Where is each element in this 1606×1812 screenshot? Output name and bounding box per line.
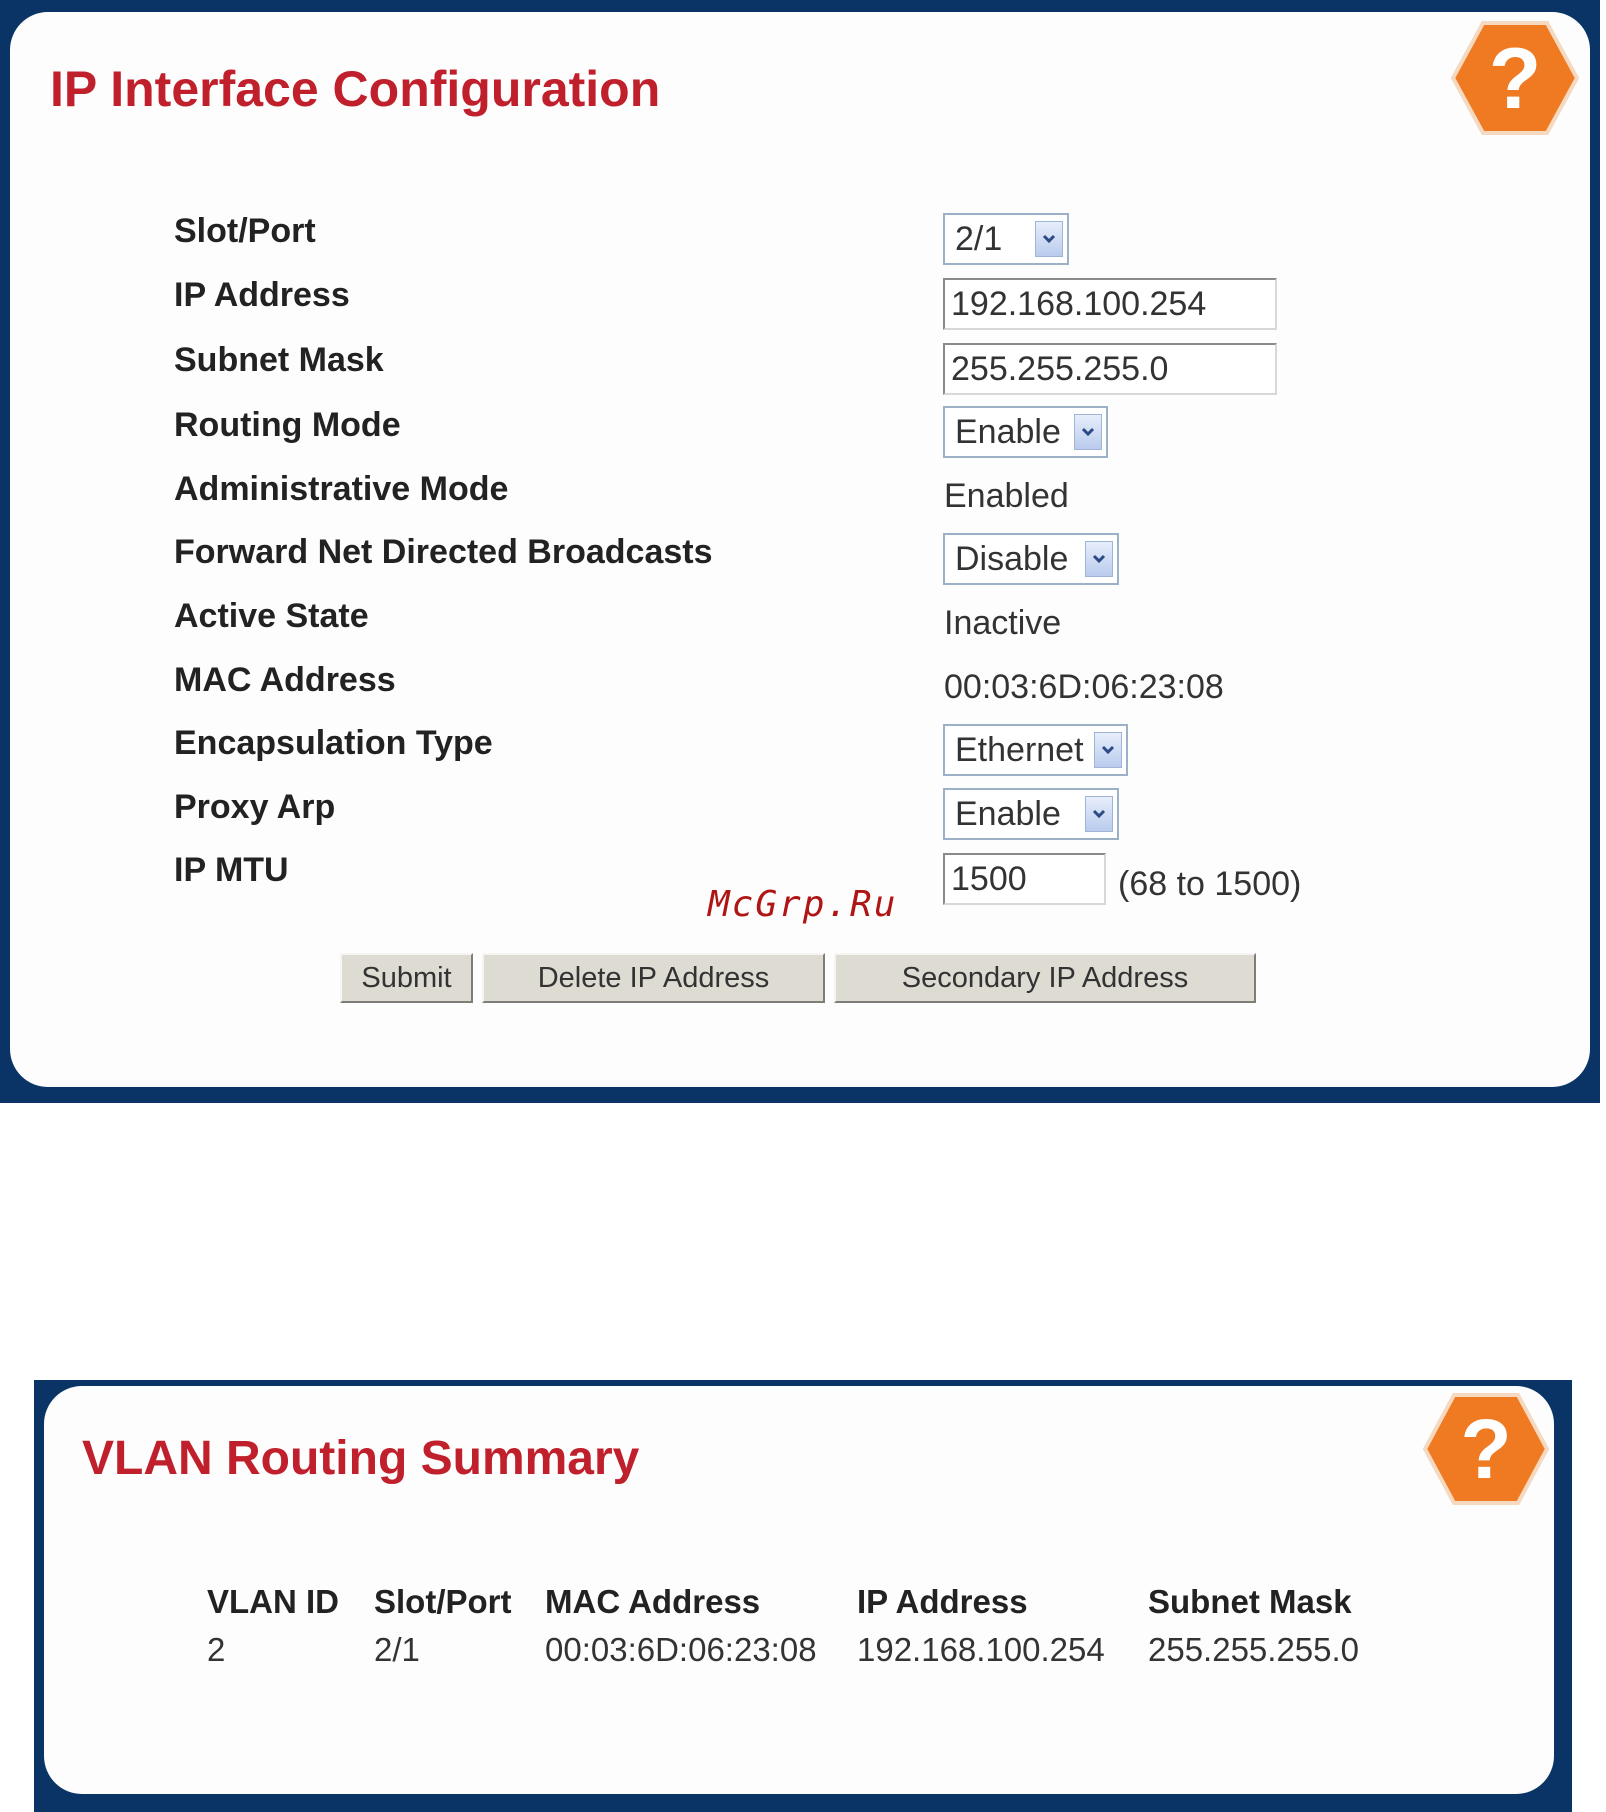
chevron-down-icon bbox=[1094, 732, 1122, 768]
svg-text:?: ? bbox=[1489, 31, 1542, 127]
chevron-down-icon bbox=[1085, 541, 1113, 577]
ip-mtu-input[interactable]: 1500 bbox=[943, 853, 1106, 905]
slot-port-label: Slot/Port bbox=[174, 212, 316, 250]
ip-mtu-label: IP MTU bbox=[174, 851, 289, 889]
forward-broadcasts-select[interactable]: Disable bbox=[943, 533, 1119, 585]
administrative-mode-value: Enabled bbox=[944, 477, 1069, 515]
routing-mode-select[interactable]: Enable bbox=[943, 406, 1108, 458]
forward-broadcasts-label: Forward Net Directed Broadcasts bbox=[174, 533, 713, 571]
cell-slot-port: 2/1 bbox=[374, 1631, 420, 1668]
secondary-ip-address-button[interactable]: Secondary IP Address bbox=[834, 953, 1256, 1003]
vlan-summary-title: VLAN Routing Summary bbox=[82, 1432, 640, 1485]
delete-ip-address-button[interactable]: Delete IP Address bbox=[482, 953, 825, 1003]
chevron-down-icon bbox=[1074, 414, 1102, 450]
column-header-mac-address: MAC Address bbox=[545, 1583, 761, 1620]
subnet-mask-label: Subnet Mask bbox=[174, 341, 384, 379]
column-header-subnet-mask: Subnet Mask bbox=[1148, 1583, 1352, 1620]
column-header-vlan-id: VLAN ID bbox=[207, 1583, 339, 1620]
encapsulation-type-label: Encapsulation Type bbox=[174, 724, 493, 762]
ip-mtu-range-hint: (68 to 1500) bbox=[1118, 865, 1302, 903]
watermark: McGrp.Ru bbox=[708, 884, 898, 925]
chevron-down-icon bbox=[1035, 221, 1063, 257]
chevron-down-icon bbox=[1085, 796, 1113, 832]
page-title: IP Interface Configuration bbox=[50, 61, 661, 117]
slot-port-select[interactable]: 2/1 bbox=[943, 213, 1069, 265]
proxy-arp-select[interactable]: Enable bbox=[943, 788, 1119, 840]
cell-ip-address: 192.168.100.254 bbox=[857, 1631, 1105, 1668]
column-header-slot-port: Slot/Port bbox=[374, 1583, 512, 1620]
submit-button[interactable]: Submit bbox=[340, 953, 473, 1003]
active-state-label: Active State bbox=[174, 597, 369, 635]
proxy-arp-label: Proxy Arp bbox=[174, 788, 336, 826]
column-header-ip-address: IP Address bbox=[857, 1583, 1028, 1620]
cell-subnet-mask: 255.255.255.0 bbox=[1148, 1631, 1360, 1668]
active-state-value: Inactive bbox=[944, 604, 1062, 642]
subnet-mask-input[interactable]: 255.255.255.0 bbox=[943, 343, 1277, 395]
routing-mode-label: Routing Mode bbox=[174, 406, 401, 444]
encapsulation-type-value: Ethernet bbox=[955, 730, 1084, 769]
encapsulation-type-select[interactable]: Ethernet bbox=[943, 724, 1128, 776]
ip-address-input[interactable]: 192.168.100.254 bbox=[943, 278, 1277, 330]
mac-address-label: MAC Address bbox=[174, 661, 396, 699]
routing-mode-value: Enable bbox=[955, 412, 1061, 451]
proxy-arp-value: Enable bbox=[955, 794, 1061, 833]
help-icon[interactable]: ? bbox=[1422, 1392, 1550, 1506]
administrative-mode-label: Administrative Mode bbox=[174, 470, 509, 508]
cell-vlan-id: 2 bbox=[207, 1631, 226, 1668]
cell-mac-address: 00:03:6D:06:23:08 bbox=[545, 1631, 817, 1668]
svg-text:?: ? bbox=[1460, 1402, 1511, 1496]
ip-address-label: IP Address bbox=[174, 276, 350, 314]
slot-port-value: 2/1 bbox=[955, 219, 1003, 258]
forward-broadcasts-value: Disable bbox=[955, 539, 1069, 578]
mac-address-value: 00:03:6D:06:23:08 bbox=[944, 668, 1224, 706]
help-icon[interactable]: ? bbox=[1450, 20, 1580, 136]
